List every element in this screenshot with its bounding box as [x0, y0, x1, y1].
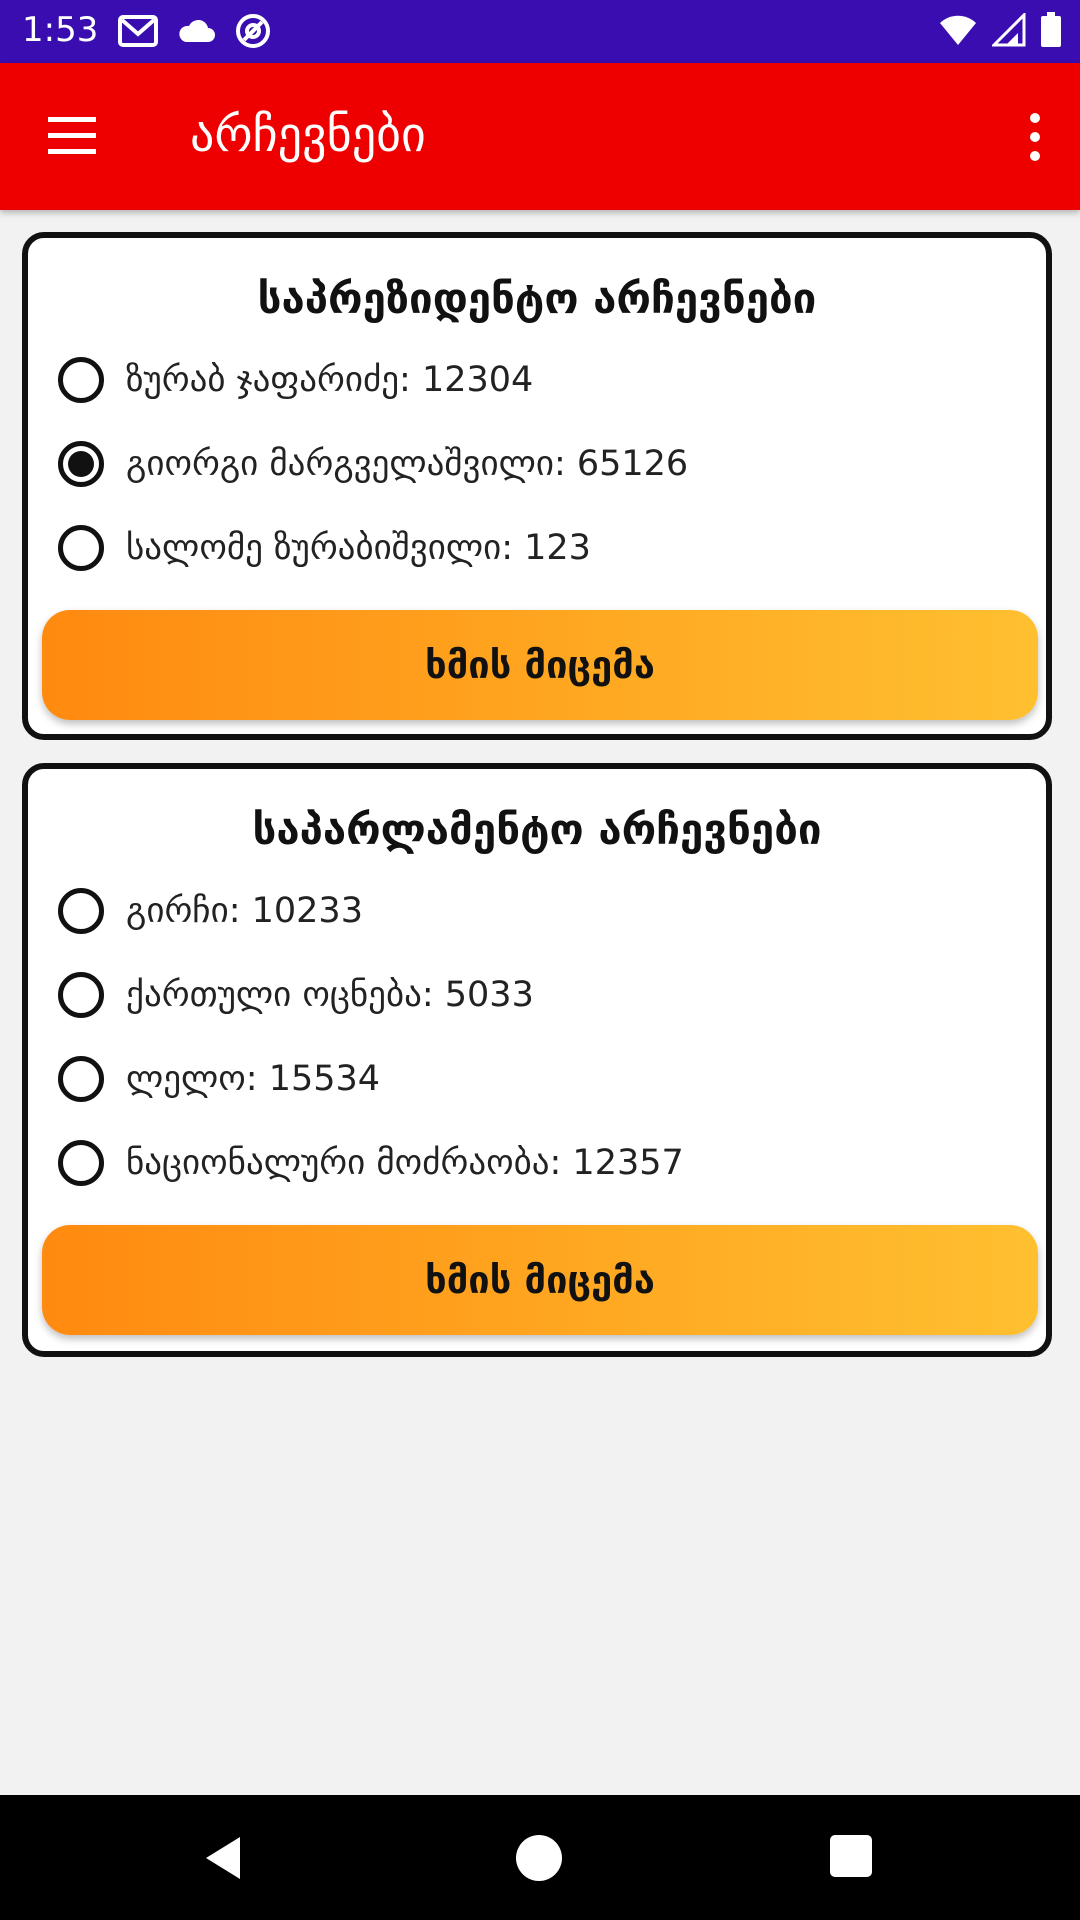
option-label: ქართული ოცნება: 5033 — [126, 975, 534, 1015]
navigation-bar — [0, 1795, 1080, 1920]
presidential-vote-button[interactable]: ხმის მიცემა — [42, 610, 1038, 720]
parliamentary-vote-button[interactable]: ხმის მიცემა — [42, 1225, 1038, 1335]
option-label: ზურაბ ჯაფარიძე: 12304 — [126, 360, 534, 400]
radio-button[interactable] — [58, 972, 104, 1018]
presidential-title: საპრეზიდენტო არჩევნები — [257, 274, 817, 323]
parliamentary-election-card: საპარლამენტო არჩევნები გირჩი: 10233 ქართ… — [22, 763, 1052, 1357]
status-bar: 1:53 — [0, 0, 1080, 63]
radio-button[interactable] — [58, 1140, 104, 1186]
cloud-icon — [176, 16, 216, 50]
hamburger-menu-icon[interactable] — [42, 113, 102, 159]
radio-dot — [68, 451, 94, 477]
parliamentary-option-4[interactable]: ნაციონალური მოძრაობა: 12357 — [58, 1133, 684, 1193]
app-bar: არჩევნები — [0, 63, 1080, 210]
radio-button[interactable] — [58, 357, 104, 403]
option-label: ნაციონალური მოძრაობა: 12357 — [126, 1143, 684, 1183]
option-label: გიორგი მარგველაშვილი: 65126 — [126, 444, 689, 484]
presidential-election-card: საპრეზიდენტო არჩევნები ზურაბ ჯაფარიძე: 1… — [22, 232, 1052, 740]
parliamentary-option-3[interactable]: ლელო: 15534 — [58, 1049, 380, 1109]
signal-icon — [990, 11, 1026, 51]
more-vert-icon[interactable] — [1020, 111, 1050, 163]
vpn-icon — [234, 12, 272, 54]
recent-apps-icon[interactable] — [830, 1835, 872, 1877]
gmail-icon — [118, 14, 158, 52]
status-time: 1:53 — [22, 10, 99, 50]
option-label: ლელო: 15534 — [126, 1059, 381, 1099]
radio-button[interactable] — [58, 888, 104, 934]
option-label: სალომე ზურაბიშვილი: 123 — [126, 528, 591, 568]
presidential-option-3[interactable]: სალომე ზურაბიშვილი: 123 — [58, 518, 591, 578]
radio-button-selected[interactable] — [58, 441, 104, 487]
radio-button[interactable] — [58, 1056, 104, 1102]
wifi-icon — [938, 13, 978, 51]
back-icon[interactable] — [200, 1833, 250, 1883]
presidential-option-2[interactable]: გიორგი მარგველაშვილი: 65126 — [58, 434, 688, 494]
parliamentary-option-2[interactable]: ქართული ოცნება: 5033 — [58, 965, 534, 1025]
parliamentary-option-1[interactable]: გირჩი: 10233 — [58, 881, 363, 941]
presidential-option-1[interactable]: ზურაბ ჯაფარიძე: 12304 — [58, 350, 533, 410]
battery-icon — [1040, 12, 1062, 52]
home-icon[interactable] — [516, 1835, 562, 1881]
option-label: გირჩი: 10233 — [126, 891, 363, 931]
parliamentary-title: საპარლამენტო არჩევნები — [252, 805, 822, 854]
app-title: არჩევნები — [190, 107, 426, 163]
radio-button[interactable] — [58, 525, 104, 571]
